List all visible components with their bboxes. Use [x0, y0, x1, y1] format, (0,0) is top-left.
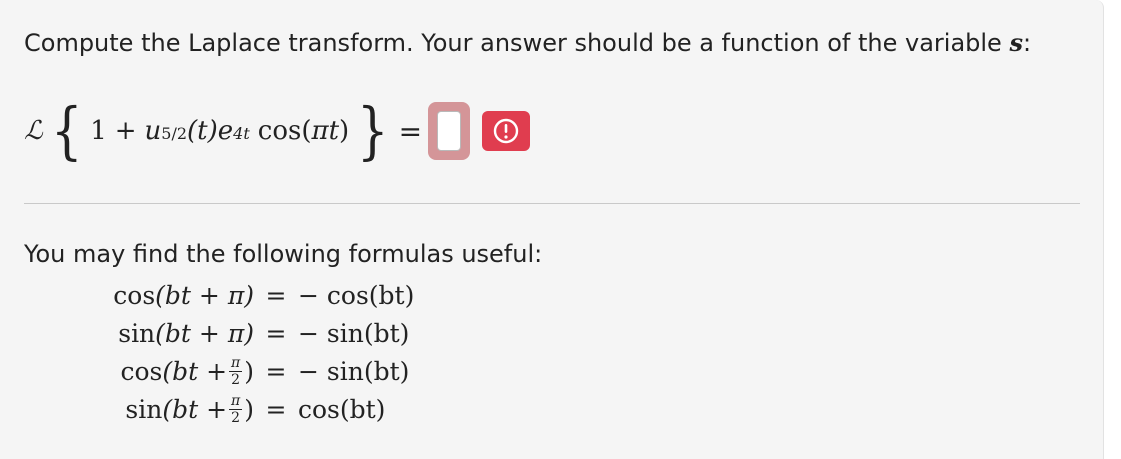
- step-argument: (t): [187, 116, 218, 146]
- left-brace: {: [50, 94, 83, 167]
- question-prompt: Compute the Laplace transform. Your answ…: [24, 28, 1031, 57]
- cos-close: ): [339, 116, 350, 146]
- formula-rhs: − cos(bt): [298, 280, 415, 310]
- plus-sign: +: [114, 116, 137, 146]
- question-panel: Compute the Laplace transform. Your answ…: [0, 0, 1104, 459]
- variable-s: s: [1009, 28, 1023, 57]
- step-subscript: 5/2: [161, 124, 188, 143]
- term-one: 1: [90, 116, 107, 146]
- laplace-equation: ℒ { 1 + u 5/2 (t) e 4t cos(πt) } =: [24, 86, 531, 176]
- fraction: π2: [229, 392, 243, 426]
- exp-base: e: [217, 116, 234, 146]
- formula-equals: =: [265, 280, 287, 310]
- formulas-heading: You may find the following formulas usef…: [24, 240, 543, 268]
- laplace-operator: ℒ: [24, 116, 43, 146]
- formula-lhs: cos (bt + π2 ): [120, 354, 254, 388]
- formula-lhs: sin (bt + π): [118, 318, 254, 348]
- formula-row: cos (bt + π2 ) = − sin(bt): [74, 352, 414, 390]
- formula-rhs: cos(bt): [298, 394, 386, 424]
- step-function: u: [144, 116, 162, 146]
- exclamation-circle-icon: [493, 118, 519, 144]
- cos-argument: πt: [311, 116, 340, 146]
- formula-list: cos (bt + π) = − cos(bt) sin (bt + π) = − …: [74, 276, 414, 428]
- prompt-colon: :: [1022, 29, 1032, 57]
- formula-lhs: sin (bt + π2 ): [125, 392, 254, 426]
- formula-rhs: − sin(bt): [298, 318, 410, 348]
- fraction: π2: [229, 354, 243, 388]
- answer-input-wrapper: [428, 102, 471, 160]
- formula-row: cos (bt + π) = − cos(bt): [74, 276, 414, 314]
- formula-rhs: − sin(bt): [298, 356, 410, 386]
- formula-row: sin (bt + π) = − sin(bt): [74, 314, 414, 352]
- right-brace: }: [357, 94, 389, 167]
- equals-sign: =: [398, 114, 423, 148]
- prompt-text: Compute the Laplace transform. Your answ…: [24, 29, 1002, 57]
- formula-equals: =: [265, 356, 287, 386]
- warning-button[interactable]: [482, 111, 531, 151]
- formula-equals: =: [265, 318, 287, 348]
- exp-power: 4t: [233, 124, 250, 143]
- divider: [24, 203, 1080, 204]
- laplace-expression: 1 + u 5/2 (t) e 4t cos(πt): [86, 116, 353, 146]
- cos-function: cos(: [257, 116, 312, 146]
- formula-equals: =: [265, 394, 287, 424]
- answer-input[interactable]: [437, 111, 462, 151]
- formula-row: sin (bt + π2 ) = cos(bt): [74, 390, 414, 428]
- formula-lhs: cos (bt + π): [113, 280, 254, 310]
